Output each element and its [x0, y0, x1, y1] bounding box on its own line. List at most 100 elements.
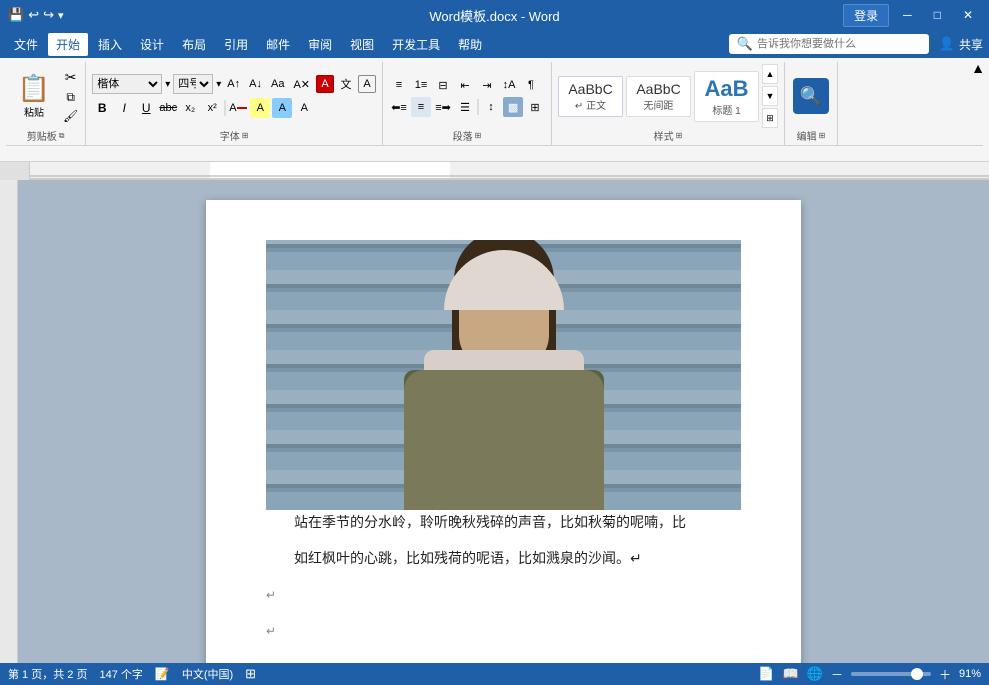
font-color-button[interactable]: A: [228, 98, 248, 118]
multilevel-list-button[interactable]: ⊟: [433, 75, 453, 95]
clipboard-label-text: 剪贴板: [27, 128, 57, 143]
minimize-button[interactable]: ─: [895, 6, 920, 24]
font-size-select[interactable]: 四号: [173, 74, 213, 94]
clipboard-expand-icon[interactable]: ⧉: [59, 131, 65, 141]
para-expand-icon[interactable]: ⊞: [475, 131, 482, 140]
increase-indent-button[interactable]: ⇥: [477, 75, 497, 95]
zoom-slider[interactable]: [851, 672, 931, 676]
superscript-button[interactable]: x²: [202, 98, 222, 118]
font-expand-icon[interactable]: ⊞: [242, 131, 249, 140]
cut-button[interactable]: ✂: [60, 68, 81, 87]
vertical-ruler: [0, 180, 18, 663]
zoom-out-icon[interactable]: －: [831, 666, 843, 683]
pilcrow-button[interactable]: ¶: [521, 75, 541, 95]
change-case-button[interactable]: Aa: [268, 75, 287, 93]
view-read-icon[interactable]: 📖: [783, 666, 799, 682]
decrease-font-button[interactable]: A↓: [246, 75, 265, 93]
share-button[interactable]: 👤 共享: [939, 36, 983, 53]
menu-review[interactable]: 审阅: [300, 33, 340, 56]
style-nospace-preview: AaBbC: [636, 81, 680, 97]
view-normal-icon[interactable]: 📄: [758, 666, 774, 682]
editing-section-label[interactable]: 编辑 ⊞: [797, 128, 826, 143]
align-right-button[interactable]: ≡➡: [433, 97, 453, 117]
document-text[interactable]: 站在季节的分水岭，聆听晚秋残碎的声音，比如秋菊的呢喃，比 如红枫叶的心跳，比如残…: [266, 510, 741, 646]
copy-button[interactable]: ⧉: [60, 89, 81, 106]
underline-button[interactable]: U: [136, 98, 156, 118]
restore-button[interactable]: □: [926, 6, 949, 24]
proofread-icon[interactable]: 📝: [155, 667, 170, 681]
font-more-button[interactable]: A: [294, 98, 314, 118]
bold-button[interactable]: B: [92, 98, 112, 118]
decrease-indent-button[interactable]: ⇤: [455, 75, 475, 95]
menu-home[interactable]: 开始: [48, 33, 88, 56]
font-family-expand[interactable]: ▾: [165, 79, 170, 90]
font-family-select[interactable]: 楷体: [92, 74, 162, 94]
menu-layout[interactable]: 布局: [174, 33, 214, 56]
pinyin-button[interactable]: 文: [337, 75, 355, 93]
font-section: 楷体 ▾ 四号 ▾ A↑ A↓ Aa A✕ A 文 A B: [86, 62, 383, 145]
font-label-text: 字体: [220, 128, 240, 143]
justify-button[interactable]: ☰: [455, 97, 475, 117]
search-ribbon-button[interactable]: 🔍: [793, 78, 829, 114]
document-image[interactable]: [266, 240, 741, 510]
language-indicator[interactable]: 中文(中国): [182, 666, 233, 682]
menu-mailings[interactable]: 邮件: [258, 33, 298, 56]
styles-scroll-up[interactable]: ▲: [762, 64, 778, 84]
menu-file[interactable]: 文件: [6, 33, 46, 56]
editing-expand-icon[interactable]: ⊞: [819, 131, 826, 140]
shading-button[interactable]: A: [272, 98, 292, 118]
style-nospace-button[interactable]: AaBbC 无间距: [626, 76, 691, 117]
paragraph-section-label[interactable]: 段落 ⊞: [453, 128, 482, 143]
para-shading-button[interactable]: ▩: [503, 97, 523, 117]
menu-view[interactable]: 视图: [342, 33, 382, 56]
styles-scroll-down[interactable]: ▼: [762, 86, 778, 106]
styles-more-button[interactable]: ⊞: [762, 108, 778, 128]
paste-button[interactable]: 📋 粘贴: [10, 68, 58, 124]
strikethrough-button[interactable]: abc: [158, 98, 178, 118]
style-heading1-button[interactable]: AaB 标题 1: [694, 71, 759, 122]
menu-devtools[interactable]: 开发工具: [384, 33, 448, 56]
styles-expand-icon[interactable]: ⊞: [676, 131, 683, 140]
document-scroll-area[interactable]: Diivoo: [18, 180, 989, 663]
styles-section: AaBbC ↵ 正文 AaBbC 无间距 AaB 标题 1: [552, 62, 785, 145]
clipboard-label[interactable]: 剪贴板 ⧉: [27, 128, 65, 143]
styles-scroll-buttons: ▲ ▼ ⊞: [762, 64, 778, 128]
zoom-level[interactable]: 91%: [959, 668, 981, 680]
align-left-button[interactable]: ⬅≡: [389, 97, 409, 117]
format-more-button[interactable]: A: [316, 75, 334, 93]
clear-format-button[interactable]: A✕: [290, 75, 313, 93]
menu-references[interactable]: 引用: [216, 33, 256, 56]
line-spacing-button[interactable]: ↕: [481, 97, 501, 117]
ribbon-collapse-button[interactable]: ▲: [971, 60, 985, 76]
undo-icon[interactable]: ↩: [28, 7, 39, 23]
redo-icon[interactable]: ↪: [43, 7, 54, 23]
numbering-button[interactable]: 1≡: [411, 75, 431, 95]
italic-button[interactable]: I: [114, 98, 134, 118]
login-button[interactable]: 登录: [843, 4, 889, 27]
menu-design[interactable]: 设计: [132, 33, 172, 56]
borders-button[interactable]: ⊞: [525, 97, 545, 117]
font-size-expand[interactable]: ▾: [216, 79, 221, 90]
search-input[interactable]: [757, 38, 917, 50]
zoom-in-icon[interactable]: ＋: [939, 666, 951, 683]
save-icon[interactable]: 💾: [8, 7, 24, 23]
sort-button[interactable]: ↕A: [499, 75, 519, 95]
quick-access-icon[interactable]: ▾: [58, 9, 64, 22]
menu-help[interactable]: 帮助: [450, 33, 490, 56]
border-char-button[interactable]: A: [358, 75, 376, 93]
style-normal-button[interactable]: AaBbC ↵ 正文: [558, 76, 623, 117]
layout-icon[interactable]: ⊞: [245, 666, 256, 682]
increase-font-button[interactable]: A↑: [224, 75, 243, 93]
styles-section-label[interactable]: 样式 ⊞: [654, 128, 683, 143]
zoom-thumb[interactable]: [911, 668, 923, 680]
format-painter-button[interactable]: 🖌: [60, 108, 81, 124]
document-area: Diivoo: [0, 180, 989, 663]
font-section-label[interactable]: 字体 ⊞: [220, 128, 249, 143]
bullets-button[interactable]: ≡: [389, 75, 409, 95]
view-web-icon[interactable]: 🌐: [807, 666, 823, 682]
menu-insert[interactable]: 插入: [90, 33, 130, 56]
align-center-button[interactable]: ≡: [411, 97, 431, 117]
text-highlight-button[interactable]: A: [250, 98, 270, 118]
subscript-button[interactable]: x₂: [180, 98, 200, 118]
close-button[interactable]: ✕: [955, 6, 981, 24]
